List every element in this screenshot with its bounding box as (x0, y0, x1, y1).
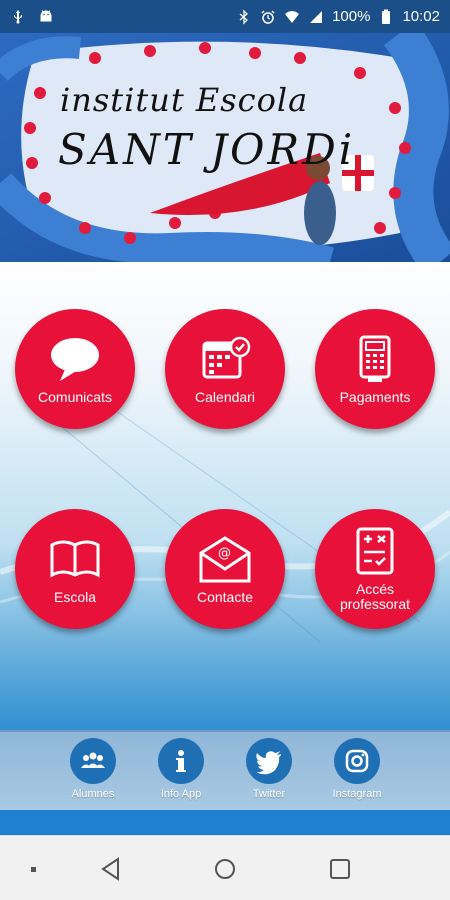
clock: 10:02 (402, 8, 440, 25)
speech-bubble-icon (47, 334, 103, 384)
main-menu: Comunicats Calendari Pagaments Escola @ … (0, 262, 450, 730)
twitter-icon (246, 738, 292, 784)
info-app-button[interactable]: Info App (146, 738, 216, 800)
social-bar: Alumnes Info App Twitter Instagram (0, 730, 450, 810)
twitter-button[interactable]: Twitter (234, 738, 304, 800)
calendari-label: Calendari (195, 388, 255, 405)
card-terminal-icon (347, 334, 403, 384)
footer-strip (0, 810, 450, 835)
calendari-button[interactable]: Calendari (165, 309, 285, 429)
envelope-icon: @ (197, 534, 253, 584)
school-banner: institut Escola SANT JORDi (0, 33, 450, 262)
svg-text:@: @ (218, 546, 231, 561)
menu-dot-icon[interactable] (18, 854, 48, 884)
students-icon (70, 738, 116, 784)
recents-icon[interactable] (325, 854, 355, 884)
banner-title-line1: institut Escola (60, 81, 309, 119)
home-icon[interactable] (210, 854, 240, 884)
open-book-icon (47, 534, 103, 584)
alumnes-button[interactable]: Alumnes (58, 738, 128, 800)
android-icon (38, 9, 54, 25)
alumnes-label: Alumnes (71, 788, 115, 800)
acces-professorat-button[interactable]: Accés professorat (315, 509, 435, 629)
back-icon[interactable] (96, 854, 126, 884)
bluetooth-icon (236, 8, 252, 25)
wifi-icon (284, 9, 300, 25)
comunicats-label: Comunicats (38, 388, 112, 405)
contacte-button[interactable]: @ Contacte (165, 509, 285, 629)
instagram-button[interactable]: Instagram (322, 738, 392, 800)
status-bar: 100% 10:02 (0, 0, 450, 33)
escola-label: Escola (53, 588, 97, 605)
signal-icon (308, 9, 324, 25)
checklist-icon (347, 526, 403, 576)
comunicats-button[interactable]: Comunicats (15, 309, 135, 429)
calendar-icon (197, 334, 253, 384)
contacte-label: Contacte (196, 588, 254, 605)
instagram-label: Instagram (332, 788, 382, 800)
escola-button[interactable]: Escola (15, 509, 135, 629)
instagram-icon (334, 738, 380, 784)
usb-icon (10, 9, 26, 25)
pagaments-label: Pagaments (339, 388, 411, 405)
twitter-label: Twitter (252, 788, 286, 800)
banner-title-line2: SANT JORDi (58, 125, 356, 174)
battery-icon (378, 9, 394, 25)
alarm-icon (260, 9, 276, 25)
pagaments-button[interactable]: Pagaments (315, 309, 435, 429)
info-icon (158, 738, 204, 784)
acces-professorat-label: Accés professorat (339, 581, 411, 612)
system-nav-bar (0, 835, 450, 900)
info-app-label: Info App (160, 788, 202, 800)
battery-percent: 100% (332, 8, 371, 25)
